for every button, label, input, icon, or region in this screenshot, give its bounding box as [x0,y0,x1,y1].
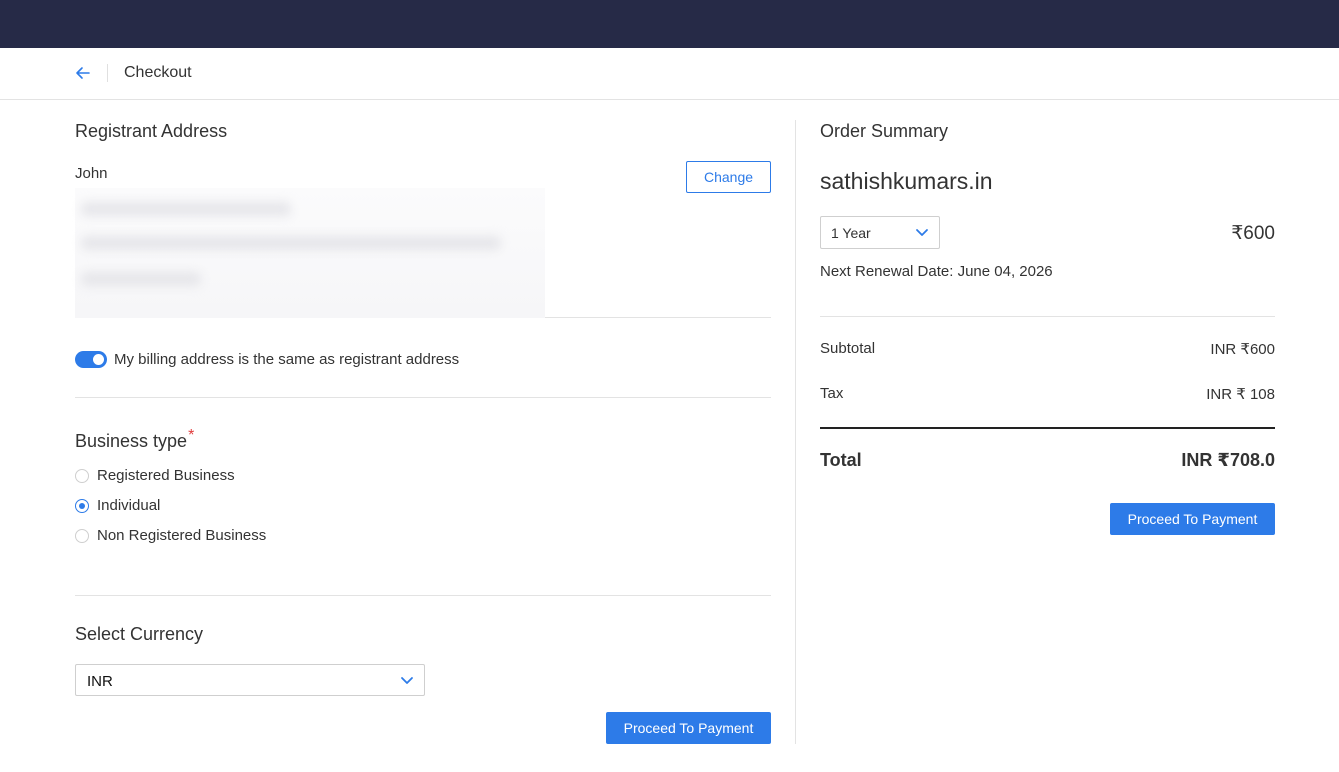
term-selected-value: 1 Year [831,225,871,241]
tax-value: INR ₹ 108 [1206,386,1275,403]
header-divider [107,64,108,82]
redacted-address [75,188,545,318]
select-currency-heading: Select Currency [75,624,204,644]
radio-label-individual[interactable]: Individual [97,497,160,514]
divider [75,595,771,596]
currency-selected-value: INR [87,673,113,690]
divider [545,317,771,318]
total-value: INR ₹708.0 [1181,450,1275,470]
proceed-to-payment-button-summary[interactable]: Proceed To Payment [1110,503,1275,535]
page-title: Checkout [124,64,192,81]
registrant-address-heading: Registrant Address [75,121,228,141]
divider [75,397,771,398]
next-renewal-date: Next Renewal Date: June 04, 2026 [820,263,1053,280]
radio-label-registered-business[interactable]: Registered Business [97,467,235,484]
divider [820,316,1275,317]
order-summary-heading: Order Summary [820,121,949,141]
radio-label-non-registered-business[interactable]: Non Registered Business [97,527,266,544]
billing-same-toggle[interactable] [75,351,107,368]
currency-select[interactable]: INR [75,664,425,696]
back-arrow-icon[interactable] [72,62,94,84]
checkout-header: Checkout [0,48,1339,100]
required-marker: * [188,427,195,444]
term-select[interactable]: 1 Year [820,216,940,249]
business-type-heading: Business type* [75,427,194,452]
chevron-down-icon [916,229,928,236]
toggle-knob [93,354,104,365]
proceed-to-payment-button[interactable]: Proceed To Payment [606,712,771,744]
subtotal-label: Subtotal [820,340,876,357]
registrant-name: John [75,165,108,182]
chevron-down-icon [401,677,413,684]
domain-name: sathishkumars.in [820,168,993,194]
total-divider [820,427,1275,429]
top-bar [0,0,1339,48]
total-label: Total [820,450,862,470]
tax-label: Tax [820,385,844,402]
change-address-button[interactable]: Change [686,161,771,193]
radio-registered-business[interactable] [75,469,89,483]
billing-same-label: My billing address is the same as regist… [114,351,460,368]
business-type-heading-text: Business type [75,431,188,451]
subtotal-value: INR ₹600 [1210,341,1275,358]
column-divider [795,120,796,744]
radio-non-registered-business[interactable] [75,529,89,543]
radio-individual[interactable] [75,499,89,513]
domain-price: ₹600 [1231,223,1275,244]
